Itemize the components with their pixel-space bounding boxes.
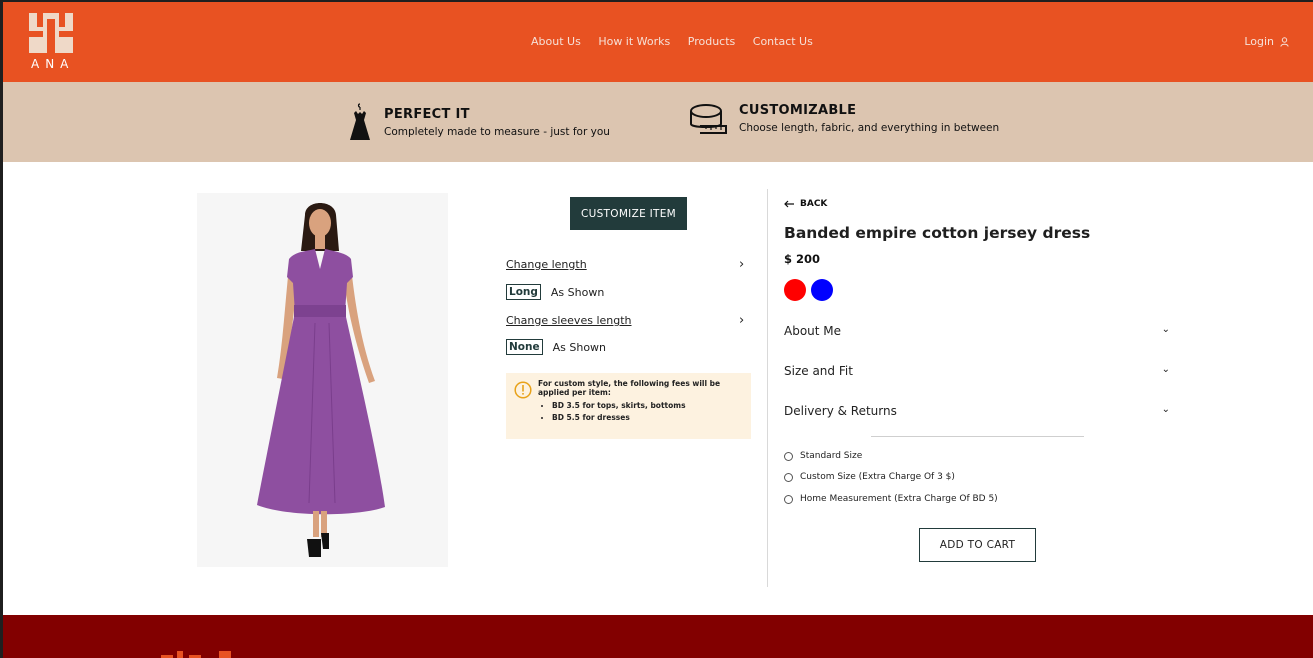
nav-contact-us[interactable]: Contact Us [753, 35, 813, 48]
feature-band: PERFECT IT Completely made to measure - … [3, 82, 1313, 162]
nav-products[interactable]: Products [688, 35, 736, 48]
back-label: BACK [800, 199, 828, 209]
length-note: As Shown [550, 285, 605, 299]
dress-hanger-icon [350, 103, 370, 140]
logo-mark-icon [29, 13, 73, 53]
site-footer [3, 615, 1313, 658]
login-link[interactable]: Login [1244, 35, 1289, 48]
accordion-delivery-returns[interactable]: Delivery & Returns ⌄ [784, 404, 1170, 418]
feature-subtitle: Choose length, fabric, and everything in… [739, 121, 1000, 134]
radio-button[interactable] [784, 451, 793, 461]
chevron-down-icon: ⌄ [1161, 404, 1170, 415]
size-option-label: Standard Size [800, 451, 863, 461]
size-option-label: Home Measurement (Extra Charge Of BD 5) [800, 494, 998, 504]
customize-item-button[interactable]: CUSTOMIZE ITEM [570, 197, 687, 230]
color-swatch-red[interactable] [784, 279, 806, 301]
product-title: Banded empire cotton jersey dress [784, 224, 1091, 242]
sleeves-value[interactable]: None [506, 339, 543, 355]
length-value-row: Long As Shown [506, 284, 604, 300]
feature-title: CUSTOMIZABLE [739, 102, 857, 118]
size-option-custom[interactable]: Custom Size (Extra Charge Of 3 $) [784, 472, 955, 482]
sleeves-note: As Shown [552, 340, 607, 354]
radio-button[interactable] [784, 472, 793, 482]
nav-about-us[interactable]: About Us [531, 35, 581, 48]
back-link[interactable]: BACK [784, 199, 827, 209]
login-label: Login [1244, 35, 1274, 48]
size-option-standard[interactable]: Standard Size [784, 451, 862, 461]
length-value[interactable]: Long [506, 284, 541, 300]
brand-logo[interactable]: ANA [29, 13, 75, 71]
product-price: $ 200 [784, 252, 821, 266]
change-length-link[interactable]: Change length [506, 258, 587, 271]
notice-list: BD 3.5 for tops, skirts, bottoms BD 5.5 … [552, 401, 743, 422]
sleeves-value-row: None As Shown [506, 339, 606, 355]
notice-item: BD 3.5 for tops, skirts, bottoms [552, 401, 743, 410]
radio-button[interactable] [784, 494, 793, 504]
accordion-label: Delivery & Returns [784, 404, 897, 418]
measuring-tape-icon [690, 104, 727, 134]
custom-fee-notice: For custom style, the following fees wil… [506, 373, 751, 439]
main-nav: About Us How it Works Products Contact U… [531, 35, 827, 48]
chevron-down-icon: ⌄ [1161, 324, 1170, 335]
section-divider [871, 436, 1084, 437]
change-sleeves-length-link[interactable]: Change sleeves length [506, 314, 632, 327]
page: ANA About Us How it Works Products Conta… [3, 2, 1313, 658]
column-divider [767, 189, 768, 587]
notice-item: BD 5.5 for dresses [552, 413, 743, 422]
model-dress-illustration [197, 193, 448, 567]
footer-logo-mark-icon [161, 651, 231, 658]
accordion-about-me[interactable]: About Me ⌄ [784, 324, 1170, 338]
brand-name: ANA [31, 57, 75, 71]
product-image[interactable] [197, 193, 448, 567]
size-option-home-measurement[interactable]: Home Measurement (Extra Charge Of BD 5) [784, 494, 998, 504]
feature-perfect-it: PERFECT IT Completely made to measure - … [348, 102, 610, 142]
nav-how-it-works[interactable]: How it Works [598, 35, 670, 48]
warning-circle-icon [514, 381, 532, 399]
feature-customizable: CUSTOMIZABLE Choose length, fabric, and … [690, 102, 999, 134]
accordion-label: Size and Fit [784, 364, 853, 378]
arrow-left-icon [784, 200, 794, 208]
feature-subtitle: Completely made to measure - just for yo… [384, 125, 610, 138]
chevron-down-icon: ⌄ [1161, 364, 1170, 375]
add-to-cart-button[interactable]: ADD TO CART [919, 528, 1036, 562]
color-swatch-blue[interactable] [811, 279, 833, 301]
size-option-label: Custom Size (Extra Charge Of 3 $) [800, 472, 955, 482]
site-header: ANA About Us How it Works Products Conta… [3, 2, 1313, 82]
feature-title: PERFECT IT [384, 106, 470, 122]
notice-heading: For custom style, the following fees wil… [538, 379, 721, 397]
chevron-right-icon[interactable]: › [739, 257, 744, 272]
accordion-label: About Me [784, 324, 842, 338]
accordion-size-and-fit[interactable]: Size and Fit ⌄ [784, 364, 1170, 378]
user-icon [1280, 36, 1289, 47]
chevron-right-icon[interactable]: › [739, 313, 744, 328]
